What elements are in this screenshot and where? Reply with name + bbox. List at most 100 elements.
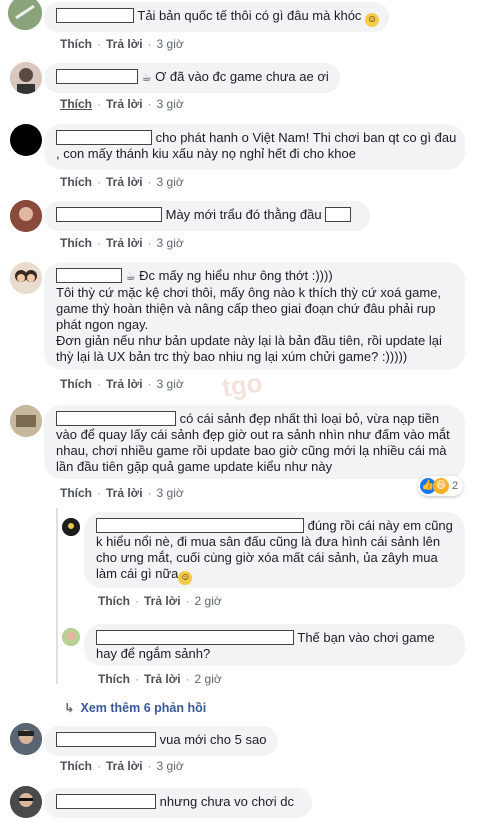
avatar[interactable]: [10, 262, 42, 294]
reply-button[interactable]: Trả lời: [144, 594, 181, 608]
like-button[interactable]: Thích: [98, 594, 130, 608]
reply-button[interactable]: Trả lời: [106, 759, 143, 773]
reply-text-line-2: hay để ngắm sảnh?: [96, 646, 211, 661]
redacted-name[interactable]: [96, 518, 304, 533]
avatar[interactable]: [8, 0, 42, 30]
timestamp[interactable]: 2 giờ: [195, 594, 222, 608]
comment-actions: Thích · Trả lời · 3 giờ: [60, 37, 184, 51]
like-button[interactable]: Thích: [60, 759, 92, 773]
comment-text-line-2: vào để quay lấy cái sảnh đẹp giờ out ra …: [56, 427, 450, 442]
redacted-name[interactable]: [56, 732, 156, 747]
coffee-icon: ☕: [141, 72, 152, 84]
reply-text-line-3: cho ưng mắt, cuối cùng giờ xóa mất cái s…: [96, 550, 438, 565]
avatar[interactable]: [10, 62, 42, 94]
redacted-name[interactable]: [56, 268, 122, 283]
comment-bubble: cho phát hanh o Việt Nam! Thi chơi ban q…: [44, 124, 465, 170]
reply-text-line-4: làm cái gì nữa: [96, 566, 179, 581]
like-button[interactable]: Thích: [60, 175, 92, 189]
timestamp[interactable]: 3 giờ: [157, 486, 184, 500]
comment-text-line-2: , con mấy thánh kiu xấu này nọ nghỉ hết …: [56, 146, 356, 161]
comment-actions: Thích · Trả lời · 3 giờ: [60, 377, 184, 391]
comment-text-line-3: game thỳ hoàn thiện và nâng cấp theo gia…: [56, 301, 436, 316]
comment-text-line-3: nhau, chơi nhiều game rồi update bao giờ…: [56, 443, 447, 458]
redacted-name[interactable]: [56, 8, 134, 23]
reply-button[interactable]: Trả lời: [106, 97, 143, 111]
redacted-name[interactable]: [56, 411, 176, 426]
reply-arrow-icon: ↳: [64, 701, 75, 715]
comment-text-line-5: Đơn giản nếu như bản update này lại là b…: [56, 333, 442, 348]
reply-button[interactable]: Trả lời: [106, 236, 143, 250]
like-button[interactable]: Thích: [60, 97, 92, 111]
timestamp[interactable]: 2 giờ: [195, 672, 222, 686]
reaction-count: 2: [452, 480, 459, 492]
reply-text-line-1: đúng rồi cái này em cũng: [307, 518, 453, 533]
avatar-image: [10, 405, 42, 437]
comment-bubble: vua mới cho 5 sao: [44, 726, 278, 756]
comment-actions: Thích · Trả lời · 3 giờ: [60, 759, 184, 773]
reply-bubble: Thế bạn vào chơi game hay để ngắm sảnh?: [84, 624, 465, 666]
reply-text-line-2: k hiểu nổi nè, đi mua sân đấu cũng là đư…: [96, 534, 441, 549]
reply-bubble: đúng rồi cái này em cũng k hiểu nổi nè, …: [84, 512, 465, 588]
avatar[interactable]: [10, 124, 42, 156]
timestamp[interactable]: 3 giờ: [157, 759, 184, 773]
reply-button[interactable]: Trả lời: [106, 377, 143, 391]
redacted-name[interactable]: [56, 207, 162, 222]
like-button[interactable]: Thích: [98, 672, 130, 686]
like-button[interactable]: Thích: [60, 377, 92, 391]
view-more-replies-link[interactable]: ↳ Xem thêm 6 phản hồi: [64, 700, 206, 715]
timestamp[interactable]: 3 giờ: [157, 236, 184, 250]
comment-text: Ơ đã vào đc game chưa ae ơi: [155, 69, 329, 84]
comment-text-line-1: có cái sảnh đẹp nhất thì loại bỏ, vừa nạ…: [179, 411, 440, 426]
comment-actions: Thích · Trả lời · 3 giờ: [60, 486, 184, 500]
comment-text-line-2: Tôi thỳ cứ mặc kệ chơi thôi, mấy ông nào…: [56, 285, 442, 300]
watermark-logo: tgo: [220, 367, 265, 403]
comment-text-line-4: lần đầu tiên gặp quả game update kiểu nh…: [56, 459, 333, 474]
reply-button[interactable]: Trả lời: [144, 672, 181, 686]
avatar[interactable]: [10, 405, 42, 437]
comment-actions: Thích · Trả lời · 3 giờ: [60, 97, 184, 111]
reply-text-line-1: Thế bạn vào chơi game: [297, 630, 435, 645]
avatar[interactable]: [62, 518, 80, 536]
timestamp[interactable]: 3 giờ: [157, 377, 184, 391]
comment-bubble: ☕ Đc mấy ng hiểu như ông thớt :)))) Tôi …: [44, 262, 465, 370]
reply-thread-line: [56, 508, 58, 684]
timestamp[interactable]: 3 giờ: [157, 37, 184, 51]
timestamp[interactable]: 3 giờ: [157, 97, 184, 111]
like-button[interactable]: Thích: [60, 236, 92, 250]
smile-emoji-icon: ☺: [178, 571, 193, 585]
comment-text: vua mới cho 5 sao: [159, 732, 267, 747]
avatar[interactable]: [10, 723, 42, 755]
like-button[interactable]: Thích: [60, 486, 92, 500]
comment-text: Tải bản quốc tế thôi có gì đâu mà khóc: [137, 8, 362, 23]
redacted-name[interactable]: [56, 794, 156, 809]
comment-bubble: ☕ Ơ đã vào đc game chưa ae ơi: [44, 63, 340, 93]
reply-button[interactable]: Trả lời: [106, 486, 143, 500]
redacted-name[interactable]: [56, 69, 138, 84]
redacted-name[interactable]: [56, 130, 152, 145]
timestamp[interactable]: 3 giờ: [157, 175, 184, 189]
haha-reaction-icon: 😆: [433, 478, 449, 494]
avatar-image: [10, 62, 42, 94]
comment-bubble: Tải bản quốc tế thôi có gì đâu mà khóc ☺: [44, 2, 389, 32]
comment-text-line-4: phát ngon ngay.: [56, 317, 149, 332]
redacted-name[interactable]: [325, 207, 352, 222]
reply-actions: Thích · Trả lời · 2 giờ: [98, 594, 222, 608]
avatar[interactable]: [62, 628, 80, 646]
avatar-image: [10, 786, 42, 818]
avatar-image: [62, 628, 80, 646]
comment-text-line-1: cho phát hanh o Việt Nam! Thi chơi ban q…: [155, 130, 457, 145]
avatar[interactable]: [10, 786, 42, 818]
redacted-name[interactable]: [96, 630, 294, 645]
comment-bubble: Mày mới trẩu đó thằng đầu: [44, 201, 370, 231]
reaction-summary[interactable]: 👍 😆 2: [418, 476, 464, 496]
avatar-image: [10, 200, 42, 232]
comment-text: Mày mới trẩu đó thằng đầu: [165, 207, 322, 222]
comment-bubble: có cái sảnh đẹp nhất thì loại bỏ, vừa nạ…: [44, 405, 465, 479]
comment-text-line-6: thỳ lại là UX bản trc thỳ bao nhiu ng lạ…: [56, 349, 408, 364]
avatar[interactable]: [10, 200, 42, 232]
comment-text: nhưng chưa vo chơi dc: [159, 794, 294, 809]
reply-button[interactable]: Trả lời: [106, 175, 143, 189]
reply-button[interactable]: Trả lời: [106, 37, 143, 51]
like-button[interactable]: Thích: [60, 37, 92, 51]
comment-bubble: nhưng chưa vo chơi dc: [44, 788, 312, 818]
